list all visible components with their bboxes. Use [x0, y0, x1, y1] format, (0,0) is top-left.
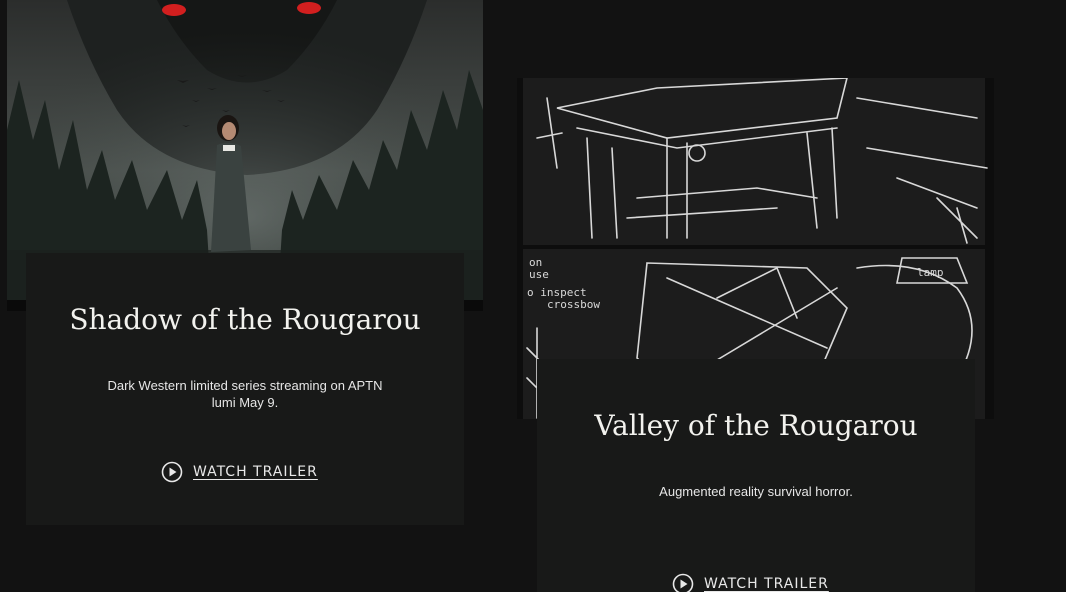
project-description: Augmented reality survival horror. [659, 484, 853, 499]
project-title: Valley of the Rougarou [594, 409, 918, 442]
watch-trailer-label[interactable]: WATCH TRAILER [704, 576, 829, 592]
watch-trailer-label[interactable]: WATCH TRAILER [193, 464, 318, 480]
watch-trailer-button[interactable]: WATCH TRAILER [161, 461, 318, 483]
sketch-note: lamp [917, 266, 944, 279]
project-card-valley: Valley of the Rougarou Augmented reality… [537, 359, 975, 592]
project-card-shadow: Shadow of the Rougarou Dark Western limi… [26, 253, 464, 525]
watch-trailer-button[interactable]: WATCH TRAILER [672, 573, 829, 592]
sketch-note: crossbow [547, 298, 600, 311]
sketch-note: use [529, 268, 549, 281]
play-circle-icon [161, 461, 183, 483]
project-description: Dark Western limited series streaming on… [107, 378, 383, 410]
project-title: Shadow of the Rougarou [69, 303, 421, 336]
play-circle-icon [672, 573, 694, 592]
